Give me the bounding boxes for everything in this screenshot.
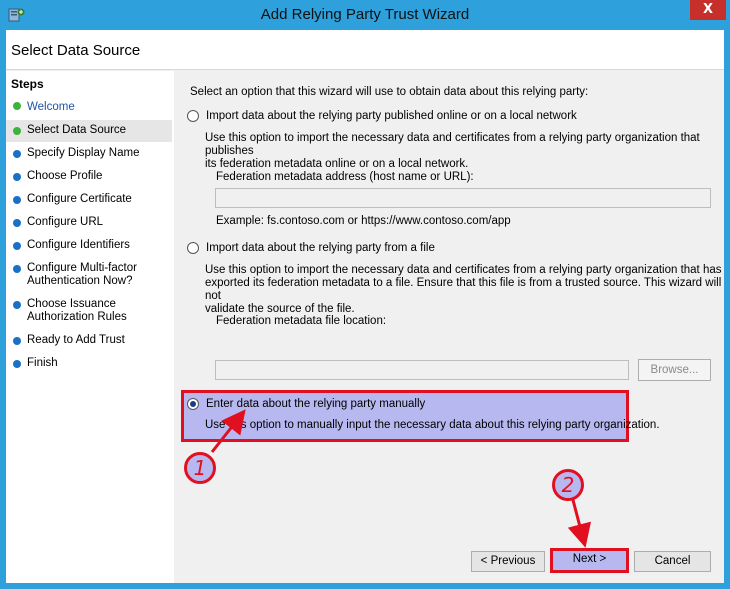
step-label: Choose Issuance Authorization Rules [27,298,127,323]
step-label: Configure Identifiers [27,239,130,251]
description-line: exported its federation metadata to a fi… [205,277,722,302]
step-label: Ready to Add Trust [27,334,125,346]
radio-button[interactable] [187,110,199,122]
radio-label: Import data about the relying party publ… [206,110,577,122]
step-label: Configure Certificate [27,193,132,205]
step-label: Welcome [27,101,75,113]
next-button[interactable]: Next > [550,548,629,573]
radio-button[interactable] [187,242,199,254]
page-title: Select Data Source [11,42,141,59]
window-title: Add Relying Party Trust Wizard [260,6,470,23]
step-configure-certificate: Configure Certificate [6,193,172,206]
wizard-client-area: Select Data Source Steps Welcome Select … [6,30,724,583]
step-ready-to-add-trust: Ready to Add Trust [6,334,172,347]
radio-import-online[interactable]: Import data about the relying party publ… [187,110,577,122]
steps-title: Steps [11,77,44,91]
wizard-window: Add Relying Party Trust Wizard X Select … [0,0,730,589]
intro-text: Select an option that this wizard will u… [190,86,589,98]
radio-button-selected[interactable] [187,398,199,410]
previous-button[interactable]: < Previous [471,551,545,572]
main-content: Select an option that this wizard will u… [176,71,724,542]
step-current-icon [13,127,21,135]
metadata-address-input[interactable] [215,188,711,208]
step-label: Choose Profile [27,170,103,182]
step-pending-icon [13,219,21,227]
annotation-marker-1: 1 [184,452,216,484]
step-pending-icon [13,360,21,368]
step-pending-icon [13,265,21,273]
option-manual-description: Use this option to manually input the ne… [205,419,660,431]
step-pending-icon [13,242,21,250]
cancel-button[interactable]: Cancel [634,551,711,572]
option-online-description: Use this option to import the necessary … [205,132,724,171]
step-pending-icon [13,173,21,181]
step-pending-icon [13,337,21,345]
option-file-description: Use this option to import the necessary … [205,264,724,316]
radio-import-file[interactable]: Import data about the relying party from… [187,242,435,254]
step-pending-icon [13,196,21,204]
description-line: Use this option to import the necessary … [205,264,722,276]
radio-label: Import data about the relying party from… [206,242,435,254]
close-button[interactable]: X [690,0,726,20]
page-header: Select Data Source [6,30,724,70]
step-pending-icon [13,150,21,158]
step-select-data-source: Select Data Source [6,120,172,142]
browse-button[interactable]: Browse... [638,359,711,381]
step-label: Finish [27,357,58,369]
step-label: Specify Display Name [27,147,140,159]
title-bar[interactable]: Add Relying Party Trust Wizard X [0,0,730,30]
description-line: Use this option to import the necessary … [205,132,700,157]
radio-enter-manually[interactable]: Enter data about the relying party manua… [187,398,425,410]
step-complete-icon [13,102,21,110]
step-choose-profile: Choose Profile [6,170,172,183]
step-specify-display-name: Specify Display Name [6,147,172,160]
step-configure-identifiers: Configure Identifiers [6,239,172,252]
step-configure-mfa: Configure Multi-factor Authentication No… [6,262,146,288]
metadata-address-example: Example: fs.contoso.com or https://www.c… [216,215,511,227]
steps-sidebar: Steps Welcome Select Data Source Specify… [6,71,174,583]
metadata-file-label: Federation metadata file location: [216,315,387,327]
button-bar: < Previous Next > Cancel [176,542,724,583]
step-welcome: Welcome [6,99,172,117]
step-issuance-authorization-rules: Choose Issuance Authorization Rules [6,298,136,324]
metadata-file-input[interactable] [215,360,629,380]
metadata-address-label: Federation metadata address (host name o… [216,171,474,183]
step-label: Configure URL [27,216,104,228]
step-label: Configure Multi-factor Authentication No… [27,262,137,287]
step-finish: Finish [6,357,172,370]
annotation-marker-2: 2 [552,469,584,501]
description-line: its federation metadata online or on a l… [205,158,469,170]
radio-label: Enter data about the relying party manua… [206,398,426,410]
step-label: Select Data Source [27,124,127,136]
step-pending-icon [13,301,21,309]
step-configure-url: Configure URL [6,216,172,229]
